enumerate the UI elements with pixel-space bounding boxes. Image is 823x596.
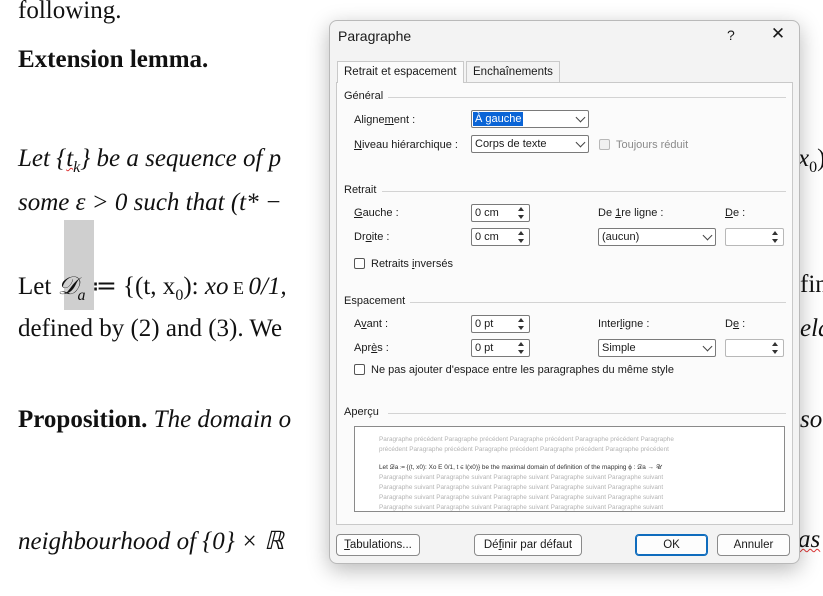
preview-current-line: Let 𝒟a ≔ {(t, x0): Xo E 0/1, t ∈ I(x0)} … (379, 464, 662, 471)
preview-previous-line: Paragraphe précédent Paragraphe précéden… (379, 436, 674, 443)
spin-up-icon[interactable] (518, 342, 524, 346)
section-general-heading: Général (344, 90, 384, 102)
spin-down-icon[interactable] (518, 215, 524, 219)
preview-next-line: Paragraphe suivant Paragraphe suivant Pa… (379, 474, 664, 481)
separator (388, 413, 786, 414)
preview-previous-line: précédent Paragraphe précédent Paragraph… (379, 446, 669, 453)
section-preview-heading: Aperçu (344, 406, 379, 418)
chevron-down-icon (702, 341, 713, 352)
chevron-down-icon (702, 230, 713, 241)
doc-line-neighbourhood-end: as (798, 526, 821, 553)
outline-level-label: Niveau hiérarchique : (354, 139, 458, 151)
indent-right-spinner[interactable]: 0 cm (471, 228, 530, 246)
spin-down-icon[interactable] (518, 350, 524, 354)
doc-line-neighbourhood: neighbourhood of {0} × ℝ (18, 528, 284, 555)
spin-down-icon[interactable] (772, 239, 778, 243)
chevron-down-icon (575, 137, 586, 148)
doc-line-epsilon: some ε > 0 such that (t* − (18, 189, 282, 216)
separator (382, 191, 786, 192)
line-spacing-at-label: De : (725, 318, 746, 330)
doc-line-defined-by: defined by (2) and (3). We (18, 315, 283, 342)
spacing-before-spinner[interactable]: 0 pt (471, 315, 530, 333)
separator (388, 97, 786, 98)
cancel-button[interactable]: Annuler (717, 534, 790, 556)
close-button[interactable]: ✕ (768, 24, 788, 44)
preview-next-line: Paragraphe suivant Paragraphe suivant Pa… (379, 484, 664, 491)
tabulations-button[interactable]: Tabulations... (336, 534, 420, 556)
spin-down-icon[interactable] (772, 350, 778, 354)
spin-up-icon[interactable] (772, 231, 778, 235)
alignment-label: Alignement : (354, 114, 416, 126)
no-space-same-style-label: Ne pas ajouter d'espace entre les paragr… (371, 364, 674, 376)
doc-line-defined-by-end: eld (800, 315, 823, 342)
ok-button[interactable]: OK (635, 534, 708, 556)
first-line-by-spinner[interactable] (725, 228, 784, 246)
tab-line-page-breaks[interactable]: Enchaînements (466, 61, 560, 82)
spin-up-icon[interactable] (518, 207, 524, 211)
doc-line-following: following. (18, 0, 122, 24)
first-line-select[interactable]: (aucun) (598, 228, 716, 246)
indent-left-label: Gauche : (354, 207, 399, 219)
spin-up-icon[interactable] (518, 318, 524, 322)
spacing-before-label: Avant : (354, 318, 389, 330)
line-spacing-select[interactable]: Simple (598, 339, 716, 357)
section-indent-heading: Retrait (344, 184, 377, 196)
spin-down-icon[interactable] (518, 239, 524, 243)
help-button[interactable]: ? (727, 27, 735, 43)
line-spacing-at-spinner[interactable] (725, 339, 784, 357)
collapsed-label: Toujours réduit (616, 139, 689, 151)
doc-heading-extension-lemma: Extension lemma. (18, 46, 209, 73)
no-space-same-style-checkbox[interactable] (354, 364, 365, 375)
separator (410, 302, 786, 303)
doc-line-proposition: Proposition. The domain o (18, 406, 292, 433)
indent-left-spinner[interactable]: 0 cm (471, 204, 530, 222)
doc-line-domain-def-end: fin (800, 271, 823, 298)
outline-level-select[interactable]: Corps de texte (471, 135, 589, 153)
doc-line-sequence: Let {tk} be a sequence of p (18, 145, 282, 176)
alignment-select[interactable]: À gauche (471, 110, 589, 128)
doc-line-sequence-end: x0) (798, 145, 823, 176)
chevron-down-icon (575, 112, 586, 123)
paragraph-preview: Paragraphe précédent Paragraphe précéden… (354, 426, 785, 512)
spacing-after-label: Après : (354, 342, 389, 354)
preview-next-line: Paragraphe suivant Paragraphe suivant Pa… (379, 504, 664, 511)
mirror-indents-label: Retraits inversés (371, 258, 453, 270)
doc-line-domain-def: Let 𝒟a ≔ {(t, x0): xo E 0/1, (18, 273, 287, 304)
line-spacing-label: Interligne : (598, 318, 650, 330)
spacing-after-spinner[interactable]: 0 pt (471, 339, 530, 357)
dialog-title: Paragraphe (338, 28, 412, 44)
spin-up-icon[interactable] (518, 231, 524, 235)
first-line-label: De 1re ligne : (598, 207, 664, 219)
preview-next-line: Paragraphe suivant Paragraphe suivant Pa… (379, 494, 664, 501)
close-icon: ✕ (770, 24, 786, 43)
section-spacing-heading: Espacement (344, 295, 406, 307)
spin-down-icon[interactable] (518, 326, 524, 330)
first-line-by-label: De : (725, 207, 746, 219)
indent-right-label: Droite : (354, 231, 390, 243)
set-default-button[interactable]: Définir par défaut (474, 534, 582, 556)
doc-line-proposition-end: so (800, 406, 823, 433)
paragraph-dialog: Paragraphe ? ✕ Retrait et espacement Enc… (329, 20, 800, 564)
collapsed-checkbox[interactable] (599, 139, 610, 150)
mirror-indents-checkbox[interactable] (354, 258, 365, 269)
tab-indent-spacing[interactable]: Retrait et espacement (337, 61, 464, 83)
spin-up-icon[interactable] (772, 342, 778, 346)
